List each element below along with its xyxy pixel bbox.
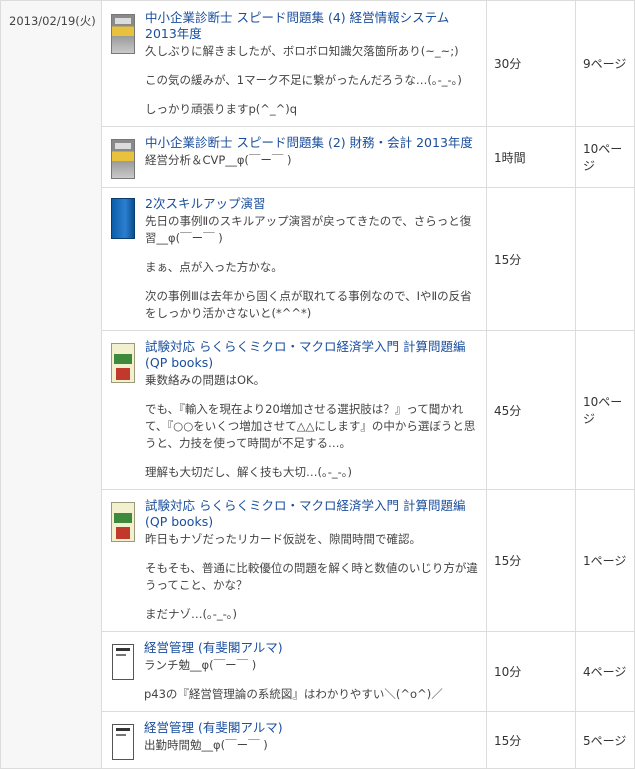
book-cell: 中小企業診断士 スピード問題集 (4) 経営情報システム 2013年度 久しぶり… xyxy=(101,0,487,127)
book-cover-image[interactable] xyxy=(111,198,135,239)
memo-line: 先日の事例Ⅱのスキルアップ演習が戻ってきたので、さらっと復習__φ(￣ー￣ ) xyxy=(145,214,472,245)
memo-line: 久しぶりに解きましたが、ボロボロ知識欠落箇所あり(~_~;) xyxy=(145,43,459,58)
book-cover-image[interactable] xyxy=(112,644,134,680)
page-count xyxy=(575,187,635,331)
page-count: 5ページ xyxy=(575,711,635,769)
study-memo: 久しぶりに解きましたが、ボロボロ知識欠落箇所あり(~_~;) この気の緩みが、1… xyxy=(145,43,480,118)
study-memo: 昨日もナゾだったリカード仮説を、隙間時間で確認。 そもそも、普通に比較優位の問題… xyxy=(145,531,480,623)
book-cell: 中小企業診断士 スピード問題集 (2) 財務・会計 2013年度 経営分析＆CV… xyxy=(101,126,487,188)
table-row: 2013/02/19(火) 中小企業診断士 スピード問題集 (4) 経営情報シス… xyxy=(0,0,635,769)
book-title-link[interactable]: 経営管理 (有斐閣アルマ) xyxy=(144,640,480,656)
book-cell: 試験対応 らくらくミクロ・マクロ経済学入門 計算問題編 (QP books) 昨… xyxy=(101,489,487,632)
book-cover-image[interactable] xyxy=(111,343,135,383)
book-cell: 経営管理 (有斐閣アルマ) 出勤時間勉__φ(￣ー￣ ) xyxy=(101,711,487,769)
study-memo: 出勤時間勉__φ(￣ー￣ ) xyxy=(144,737,480,754)
memo-line: 出勤時間勉__φ(￣ー￣ ) xyxy=(144,738,268,752)
memo-line: p43の『経営管理論の系統図』はわかりやすい＼(^o^)／ xyxy=(144,687,443,701)
study-time: 15分 xyxy=(486,489,576,632)
memo-line: まぁ、点が入った方かな。 xyxy=(145,260,283,274)
book-cell: 2次スキルアップ演習 先日の事例Ⅱのスキルアップ演習が戻ってきたので、さらっと復… xyxy=(101,187,487,331)
book-cover-image[interactable] xyxy=(112,724,134,760)
study-log-table: 2013/02/19(火) 中小企業診断士 スピード問題集 (4) 経営情報シス… xyxy=(0,0,635,769)
study-log-body: 2013/02/19(火) 中小企業診断士 スピード問題集 (4) 経営情報シス… xyxy=(0,0,635,769)
book-cell: 試験対応 らくらくミクロ・マクロ経済学入門 計算問題編 (QP books) 乗… xyxy=(101,330,487,490)
study-memo: 乗数絡みの問題はOK。 でも、『輸入を現在より20増加させる選択肢は？』って聞か… xyxy=(145,372,480,481)
book-title-link[interactable]: 試験対応 らくらくミクロ・マクロ経済学入門 計算問題編 (QP books) xyxy=(145,339,480,371)
study-time: 30分 xyxy=(486,0,576,127)
page-count: 9ページ xyxy=(575,0,635,127)
book-cover-image[interactable] xyxy=(111,502,135,542)
memo-line: この気の緩みが、1マーク不足に繋がったんだろうな…(｡-_-｡) xyxy=(145,72,462,87)
memo-line: 理解も大切だし、解く技も大切…(｡-_-｡) xyxy=(145,465,353,479)
study-time: 1時間 xyxy=(486,126,576,188)
book-title-link[interactable]: 試験対応 らくらくミクロ・マクロ経済学入門 計算問題編 (QP books) xyxy=(145,498,480,530)
memo-line: しっかり頑張りますp(^_^)q xyxy=(145,101,298,116)
book-title-link[interactable]: 中小企業診断士 スピード問題集 (4) 経営情報システム 2013年度 xyxy=(145,10,480,42)
memo-line: そもそも、普通に比較優位の問題を解く時と数値のいじり方が違うってこと、かな？ xyxy=(145,561,478,592)
date-cell: 2013/02/19(火) xyxy=(0,0,102,769)
memo-line: 次の事例Ⅲは去年から固く点が取れてる事例なので、ⅠやⅡの反省をしっかり活かさない… xyxy=(145,289,472,320)
page-count: 4ページ xyxy=(575,631,635,712)
book-title-link[interactable]: 経営管理 (有斐閣アルマ) xyxy=(144,720,480,736)
study-memo: 先日の事例Ⅱのスキルアップ演習が戻ってきたので、さらっと復習__φ(￣ー￣ ) … xyxy=(145,213,480,322)
page-count: 10ページ xyxy=(575,330,635,490)
page-count: 10ページ xyxy=(575,126,635,188)
memo-line: 昨日もナゾだったリカード仮説を、隙間時間で確認。 xyxy=(145,532,421,546)
study-time: 45分 xyxy=(486,330,576,490)
book-cell: 経営管理 (有斐閣アルマ) ランチ勉__φ(￣ー￣ ) p43の『経営管理論の系… xyxy=(101,631,487,712)
memo-line: 経営分析＆CVP__φ(￣ー￣ ) xyxy=(145,153,292,167)
memo-line: でも、『輸入を現在より20増加させる選択肢は？』って聞かれて、『○○をいくつ増加… xyxy=(145,402,476,450)
page-count: 1ページ xyxy=(575,489,635,632)
study-time: 15分 xyxy=(486,711,576,769)
book-title-link[interactable]: 中小企業診断士 スピード問題集 (2) 財務・会計 2013年度 xyxy=(145,135,480,151)
book-cover-image[interactable] xyxy=(111,13,135,54)
book-title-link[interactable]: 2次スキルアップ演習 xyxy=(145,196,480,212)
memo-line: ランチ勉__φ(￣ー￣ ) xyxy=(144,658,257,672)
study-time: 10分 xyxy=(486,631,576,712)
study-time: 15分 xyxy=(486,187,576,331)
memo-line: 乗数絡みの問題はOK。 xyxy=(145,373,266,387)
book-cover-image[interactable] xyxy=(111,139,135,179)
study-memo: 経営分析＆CVP__φ(￣ー￣ ) xyxy=(145,152,480,169)
study-memo: ランチ勉__φ(￣ー￣ ) p43の『経営管理論の系統図』はわかりやすい＼(^o… xyxy=(144,657,480,703)
memo-line: まだナゾ…(｡-_-｡) xyxy=(145,607,238,621)
